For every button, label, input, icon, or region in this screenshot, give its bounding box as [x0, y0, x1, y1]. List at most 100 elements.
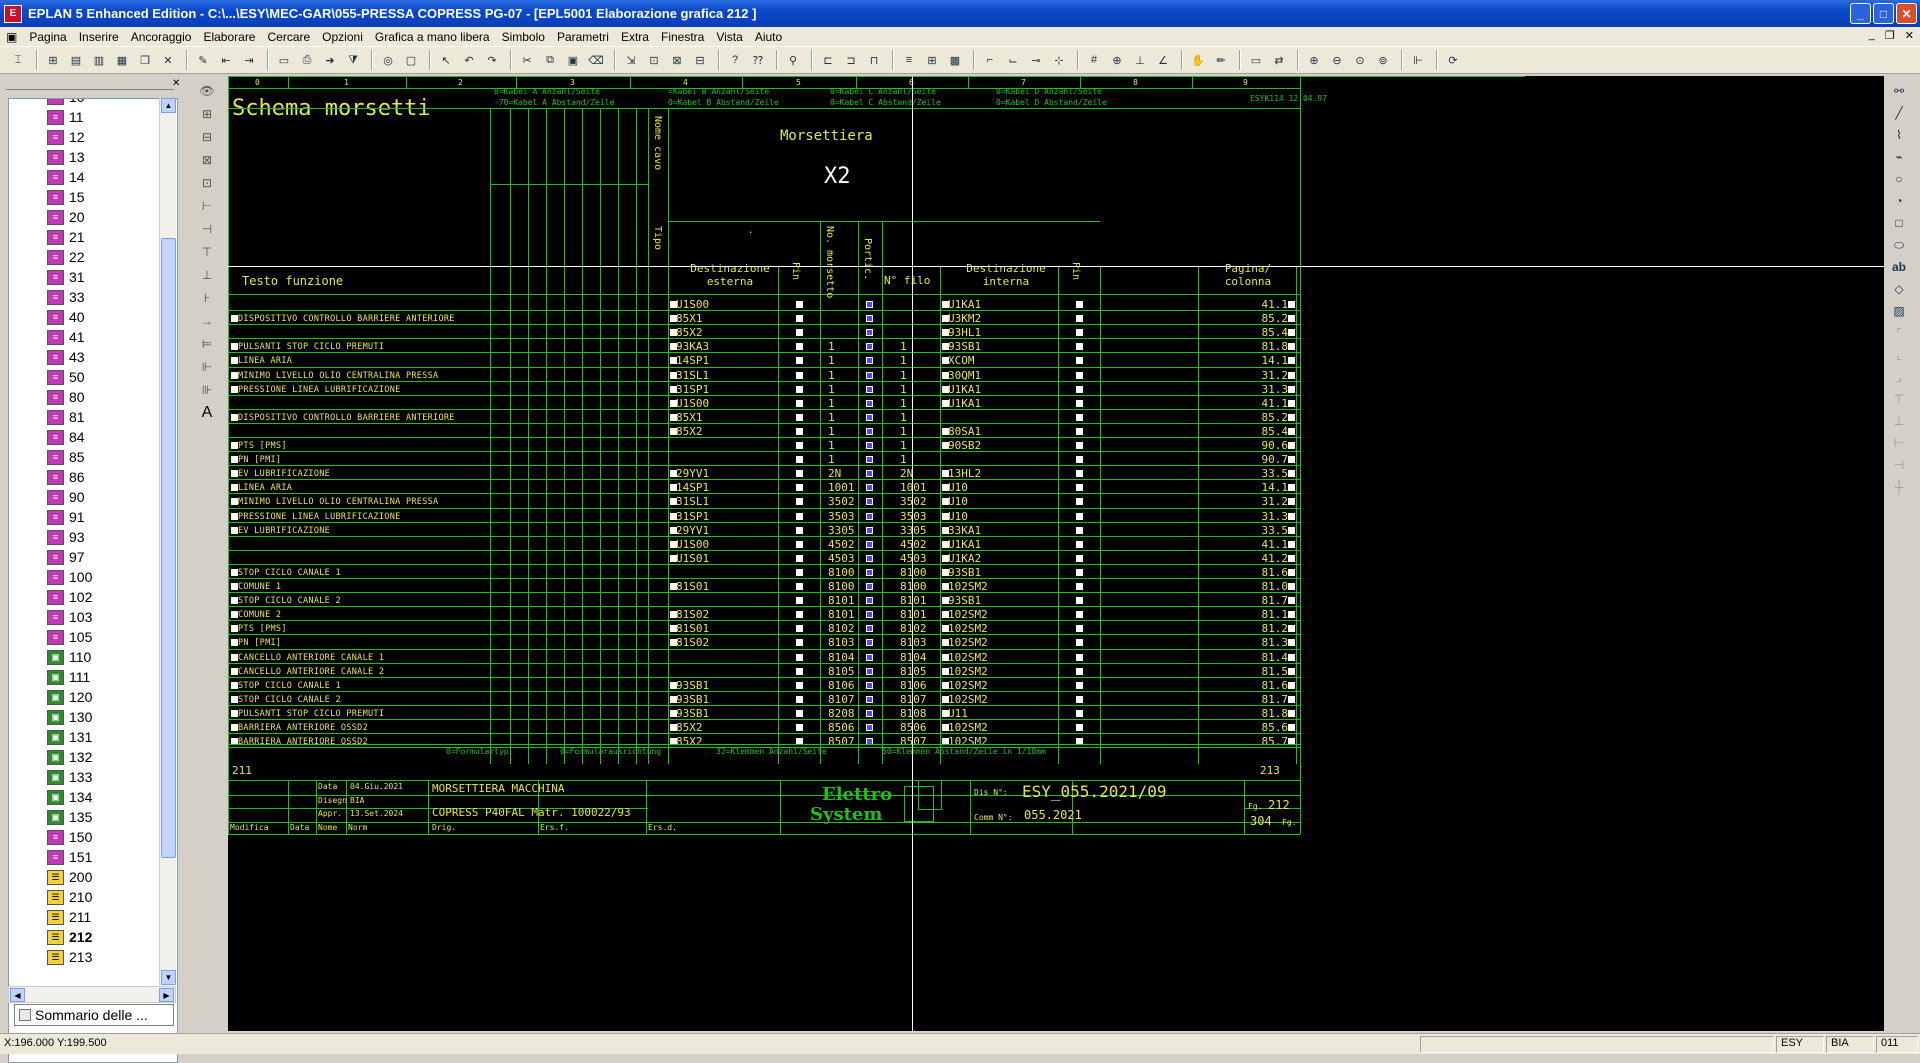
doc-minimize-icon[interactable]: _ [1869, 29, 1875, 42]
tree-item-91[interactable]: ≡ 91 [47, 507, 85, 527]
copy-icon[interactable]: ❐ [135, 50, 155, 70]
scroll-right-icon[interactable]: ▶ [159, 988, 174, 1002]
tool-3-icon[interactable]: ⊠ [196, 149, 218, 171]
ungroup-icon[interactable]: ⊓ [864, 50, 884, 70]
snap-icon[interactable]: ⊕ [1107, 50, 1127, 70]
rectangle-tool-icon[interactable]: □ [1888, 212, 1910, 234]
tool-2-icon[interactable]: ⊟ [196, 126, 218, 148]
minimize-button[interactable]: _ [1850, 3, 1871, 24]
tree-item-10[interactable]: ≡ 10 [47, 99, 85, 107]
menu-parametri[interactable]: Parametri [551, 30, 615, 44]
open-icon[interactable]: ▥ [89, 50, 109, 70]
grid-icon[interactable]: # [1084, 50, 1104, 70]
zoom-in-icon[interactable]: ⊕ [1304, 50, 1324, 70]
tree-item-131[interactable]: ▣ 131 [47, 727, 92, 747]
project-icon[interactable]: ⌶ [8, 50, 28, 70]
pointer-icon[interactable]: ↖ [436, 50, 456, 70]
tool-6-icon[interactable]: ⊣ [196, 218, 218, 240]
macro-icon[interactable]: ⊠ [667, 50, 687, 70]
doc-icon[interactable]: ▣ [0, 30, 23, 44]
tree-item-22[interactable]: ≡ 22 [47, 247, 85, 267]
plc-icon[interactable]: ▩ [945, 50, 965, 70]
ellipse-tool-icon[interactable]: ⬭ [1888, 234, 1910, 256]
tree-item-213[interactable]: ☰ 213 [47, 947, 92, 967]
tree-item-13[interactable]: ≡ 13 [47, 147, 85, 167]
menu-simbolo[interactable]: Simbolo [496, 30, 551, 44]
tree-item-40[interactable]: ≡ 40 [47, 307, 85, 327]
cable-icon[interactable]: ⊸ [1026, 50, 1046, 70]
line-tool-icon[interactable]: ╱ [1888, 102, 1910, 124]
zoom-out-icon[interactable]: ⊖ [1327, 50, 1347, 70]
maximize-button[interactable]: □ [1873, 3, 1894, 24]
tee-1-icon[interactable]: ⊤ [1888, 388, 1910, 410]
scroll-down-icon[interactable]: ▼ [161, 970, 176, 985]
tree-item-86[interactable]: ≡ 86 [47, 467, 85, 487]
symbol-tool-icon[interactable]: ⚯ [1888, 80, 1910, 102]
menu-vista[interactable]: Vista [710, 30, 748, 44]
tee-4-icon[interactable]: ⊣ [1888, 454, 1910, 476]
tree-item-110[interactable]: ▣ 110 [47, 647, 91, 667]
panel-close-icon[interactable]: ✕ [172, 78, 180, 89]
tree-item-21[interactable]: ≡ 21 [47, 227, 85, 247]
tree-item-133[interactable]: ▣ 133 [47, 767, 92, 787]
copy2-icon[interactable]: ⧉ [540, 50, 560, 70]
tree-item-97[interactable]: ≡ 97 [47, 547, 85, 567]
table-icon[interactable]: ⊟ [690, 50, 710, 70]
menu-extra[interactable]: Extra [615, 30, 655, 44]
context-help-icon[interactable]: ⁇ [748, 50, 768, 70]
image-tool-icon[interactable]: ▨ [1888, 300, 1910, 322]
print-icon[interactable]: ⎙ [297, 50, 317, 70]
doc-close-icon[interactable]: ✕ [1905, 29, 1914, 42]
swap-icon[interactable]: ⇄ [1269, 50, 1289, 70]
tree-item-150[interactable]: ≡ 150 [47, 827, 92, 847]
edit-icon[interactable]: ✎ [193, 50, 213, 70]
menu-opzioni[interactable]: Opzioni [316, 30, 369, 44]
polyline-tool-icon[interactable]: ⌇ [1888, 124, 1910, 146]
text-tool-icon[interactable]: A [196, 402, 218, 424]
tree-horizontal-scrollbar[interactable]: ◀ ▶ [8, 986, 176, 1003]
connect-icon[interactable]: ⌙ [1003, 50, 1023, 70]
menu-grafica[interactable]: Grafica a mano libera [369, 30, 496, 44]
panel-grip[interactable] [6, 80, 174, 90]
layer-icon[interactable]: ≡ [899, 50, 919, 70]
binoculars-icon[interactable]: 👁 [196, 80, 218, 102]
doc-restore-icon[interactable]: ❐ [1885, 29, 1895, 42]
tool-8-icon[interactable]: ⊥ [196, 264, 218, 286]
zoom-icon[interactable]: ◎ [378, 50, 398, 70]
insert-icon[interactable]: ⇲ [621, 50, 641, 70]
tree-item-210[interactable]: ☰ 210 [47, 887, 92, 907]
tree-item-90[interactable]: ≡ 90 [47, 487, 85, 507]
pen-icon[interactable]: ✏ [1211, 50, 1231, 70]
tree-item-212[interactable]: ☰ 212 [47, 927, 92, 947]
tree-vertical-scrollbar[interactable]: ▲ ▼ [159, 98, 176, 985]
tool-9-icon[interactable]: ⊦ [196, 287, 218, 309]
tree-item-12[interactable]: ≡ 12 [47, 127, 85, 147]
corner-2-icon[interactable]: ⌞ [1888, 344, 1910, 366]
close-button[interactable]: ✕ [1896, 3, 1917, 24]
zoom-window-icon[interactable]: ⊙ [1350, 50, 1370, 70]
tree-item-14[interactable]: ≡ 14 [47, 167, 85, 187]
refresh-icon[interactable]: ⟳ [1443, 50, 1463, 70]
corner-1-icon[interactable]: ⌜ [1888, 322, 1910, 344]
tree-item-80[interactable]: ≡ 80 [47, 387, 85, 407]
group-icon[interactable]: ⊐ [841, 50, 861, 70]
block-icon[interactable]: ⊞ [922, 50, 942, 70]
tree-item-43[interactable]: ≡ 43 [47, 347, 85, 367]
tree-item-100[interactable]: ≡ 100 [47, 567, 92, 587]
tool-12-icon[interactable]: ⊩ [196, 356, 218, 378]
tree-item-50[interactable]: ≡ 50 [47, 367, 85, 387]
tree-item-135[interactable]: ▣ 135 [47, 807, 92, 827]
tree-item-200[interactable]: ☰ 200 [47, 867, 92, 887]
tree-item-20[interactable]: ≡ 20 [47, 207, 85, 227]
angle-icon[interactable]: ∠ [1153, 50, 1173, 70]
wire-icon[interactable]: ⌐ [980, 50, 1000, 70]
scroll-up-icon[interactable]: ▲ [161, 98, 176, 113]
help-icon[interactable]: ? [725, 50, 745, 70]
zoom-all-icon[interactable]: ⊚ [1373, 50, 1393, 70]
menu-ancoraggio[interactable]: Ancoraggio [125, 30, 198, 44]
menu-inserire[interactable]: Inserire [73, 30, 125, 44]
tool-11-icon[interactable]: ⊨ [196, 333, 218, 355]
text-ab-tool-icon[interactable]: ab [1888, 256, 1910, 278]
circle-tool-icon[interactable]: ○ [1888, 168, 1910, 190]
export-icon[interactable]: ➜ [320, 50, 340, 70]
